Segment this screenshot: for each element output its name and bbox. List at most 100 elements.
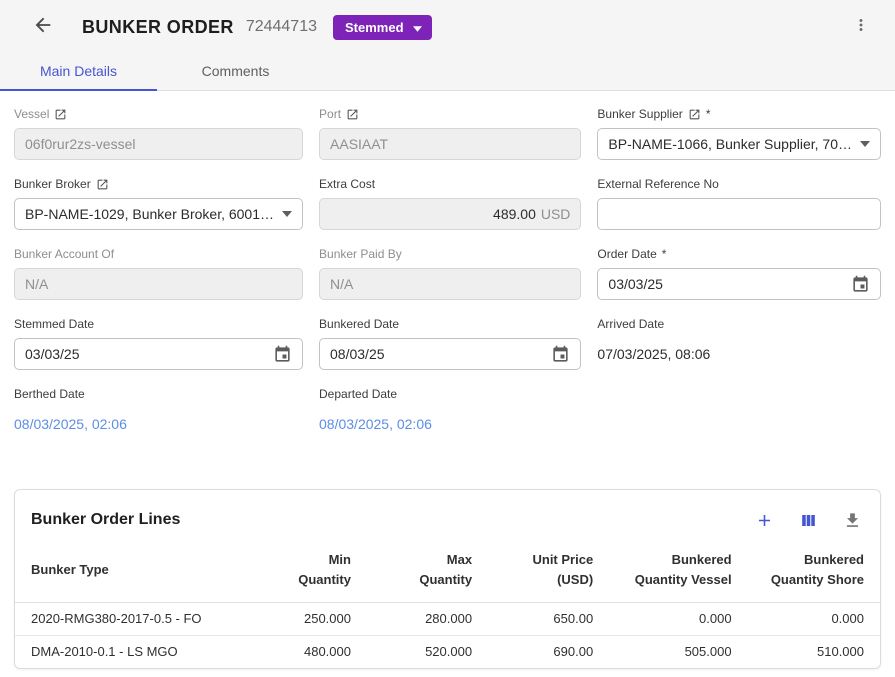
download-button[interactable] [842, 510, 862, 530]
arrived-date-label: Arrived Date [597, 317, 664, 331]
col-header-unit-price: Unit Price(USD) [482, 546, 603, 603]
bunker-order-lines-card: Bunker Order Lines Bunker Type MinQuanti… [14, 489, 881, 669]
table-header-row: Bunker Type MinQuantity MaxQuantity Unit… [15, 546, 880, 603]
calendar-icon[interactable] [273, 345, 292, 364]
bunker-account-of-field: Bunker Account Of N/A [14, 247, 303, 300]
cell-max-quantity: 520.000 [361, 636, 482, 669]
order-date-label: Order Date [597, 247, 656, 261]
spacer-cell [597, 387, 881, 432]
calendar-icon[interactable] [851, 275, 870, 294]
cell-max-quantity: 280.000 [361, 603, 482, 636]
column-settings-button[interactable] [798, 510, 818, 530]
external-link-icon[interactable] [346, 108, 359, 121]
port-field: Port AASIAAT [319, 107, 581, 160]
main-details-form: Vessel 06f0rur2zs-vessel Port AASIAAT Bu… [0, 91, 895, 449]
status-badge-dropdown[interactable]: Stemmed [333, 15, 432, 40]
currency-suffix: USD [541, 206, 571, 222]
back-button[interactable] [30, 14, 56, 40]
cell-bunkered-quantity-vessel: 0.000 [603, 603, 741, 636]
external-reference-input[interactable] [608, 206, 870, 222]
columns-icon [799, 511, 818, 530]
cell-bunkered-quantity-shore: 0.000 [742, 603, 880, 636]
header-top-bar: BUNKER ORDER 72444713 Stemmed [0, 0, 895, 54]
port-input: AASIAAT [319, 128, 581, 160]
required-marker: * [706, 107, 711, 121]
stemmed-date-label: Stemmed Date [14, 317, 94, 331]
page-title: BUNKER ORDER [82, 17, 234, 38]
stemmed-date-field: Stemmed Date [14, 317, 303, 370]
vessel-field: Vessel 06f0rur2zs-vessel [14, 107, 303, 160]
tab-comments[interactable]: Comments [157, 54, 314, 91]
bunker-paid-by-field: Bunker Paid By N/A [319, 247, 581, 300]
extra-cost-field: Extra Cost 489.00 USD [319, 177, 581, 230]
order-date-input[interactable] [608, 276, 851, 292]
tab-main-details[interactable]: Main Details [0, 54, 157, 91]
col-header-max-quantity: MaxQuantity [361, 546, 482, 603]
page-header: BUNKER ORDER 72444713 Stemmed Main Detai… [0, 0, 895, 91]
external-link-icon[interactable] [54, 108, 67, 121]
cell-bunker-type: 2020-RMG380-2017-0.5 - FO [15, 603, 266, 636]
cell-min-quantity: 480.000 [266, 636, 361, 669]
external-link-icon[interactable] [96, 178, 109, 191]
arrow-left-icon [32, 14, 54, 41]
external-link-icon[interactable] [688, 108, 701, 121]
more-options-button[interactable] [849, 15, 873, 39]
chevron-down-icon [413, 20, 422, 35]
bunker-paid-by-input: N/A [319, 268, 581, 300]
bunker-paid-by-label: Bunker Paid By [319, 247, 402, 261]
departed-date-field: Departed Date 08/03/2025, 02:06 [319, 387, 581, 432]
vessel-label: Vessel [14, 107, 49, 121]
bunker-broker-select[interactable]: BP-NAME-1029, Bunker Broker, 6001… [14, 198, 303, 230]
cell-unit-price: 650.00 [482, 603, 603, 636]
required-marker: * [662, 247, 667, 261]
order-number: 72444713 [246, 18, 317, 36]
cell-bunker-type: DMA-2010-0.1 - LS MGO [15, 636, 266, 669]
berthed-date-field: Berthed Date 08/03/2025, 02:06 [14, 387, 303, 432]
status-badge-label: Stemmed [345, 20, 404, 35]
extra-cost-input: 489.00 USD [319, 198, 581, 230]
vessel-input: 06f0rur2zs-vessel [14, 128, 303, 160]
departed-date-label: Departed Date [319, 387, 397, 401]
arrived-date-field: Arrived Date 07/03/2025, 08:06 [597, 317, 881, 370]
arrived-date-value: 07/03/2025, 08:06 [597, 338, 881, 362]
extra-cost-label: Extra Cost [319, 177, 375, 191]
col-header-bunkered-quantity-vessel: BunkeredQuantity Vessel [603, 546, 741, 603]
download-icon [843, 511, 862, 530]
bunkered-date-field: Bunkered Date [319, 317, 581, 370]
table-row[interactable]: DMA-2010-0.1 - LS MGO 480.000 520.000 69… [15, 636, 880, 669]
col-header-min-quantity: MinQuantity [266, 546, 361, 603]
cell-bunkered-quantity-vessel: 505.000 [603, 636, 741, 669]
bunker-supplier-field: Bunker Supplier * BP-NAME-1066, Bunker S… [597, 107, 881, 160]
bunker-supplier-label: Bunker Supplier [597, 107, 682, 121]
add-line-button[interactable] [754, 510, 774, 530]
chevron-down-icon [852, 141, 870, 147]
external-reference-field: External Reference No [597, 177, 881, 230]
external-reference-label: External Reference No [597, 177, 718, 191]
bunker-broker-field: Bunker Broker BP-NAME-1029, Bunker Broke… [14, 177, 303, 230]
berthed-date-label: Berthed Date [14, 387, 85, 401]
cell-bunkered-quantity-shore: 510.000 [742, 636, 880, 669]
chevron-down-icon [274, 211, 292, 217]
stemmed-date-input[interactable] [25, 346, 273, 362]
order-lines-table: Bunker Type MinQuantity MaxQuantity Unit… [15, 546, 880, 668]
order-date-field: Order Date * [597, 247, 881, 300]
tab-bar: Main Details Comments [0, 54, 895, 91]
plus-icon [755, 511, 774, 530]
cell-min-quantity: 250.000 [266, 603, 361, 636]
departed-date-link[interactable]: 08/03/2025, 02:06 [319, 408, 581, 432]
bunkered-date-input[interactable] [330, 346, 551, 362]
table-row[interactable]: 2020-RMG380-2017-0.5 - FO 250.000 280.00… [15, 603, 880, 636]
port-label: Port [319, 107, 341, 121]
calendar-icon[interactable] [551, 345, 570, 364]
col-header-bunkered-quantity-shore: BunkeredQuantity Shore [742, 546, 880, 603]
bunker-account-of-label: Bunker Account Of [14, 247, 114, 261]
berthed-date-link[interactable]: 08/03/2025, 02:06 [14, 408, 303, 432]
kebab-menu-icon [852, 16, 870, 39]
bunker-account-of-input: N/A [14, 268, 303, 300]
bunkered-date-label: Bunkered Date [319, 317, 399, 331]
bunker-broker-label: Bunker Broker [14, 177, 91, 191]
col-header-bunker-type: Bunker Type [15, 546, 266, 603]
card-title: Bunker Order Lines [31, 511, 180, 529]
cell-unit-price: 690.00 [482, 636, 603, 669]
bunker-supplier-select[interactable]: BP-NAME-1066, Bunker Supplier, 70… [597, 128, 881, 160]
